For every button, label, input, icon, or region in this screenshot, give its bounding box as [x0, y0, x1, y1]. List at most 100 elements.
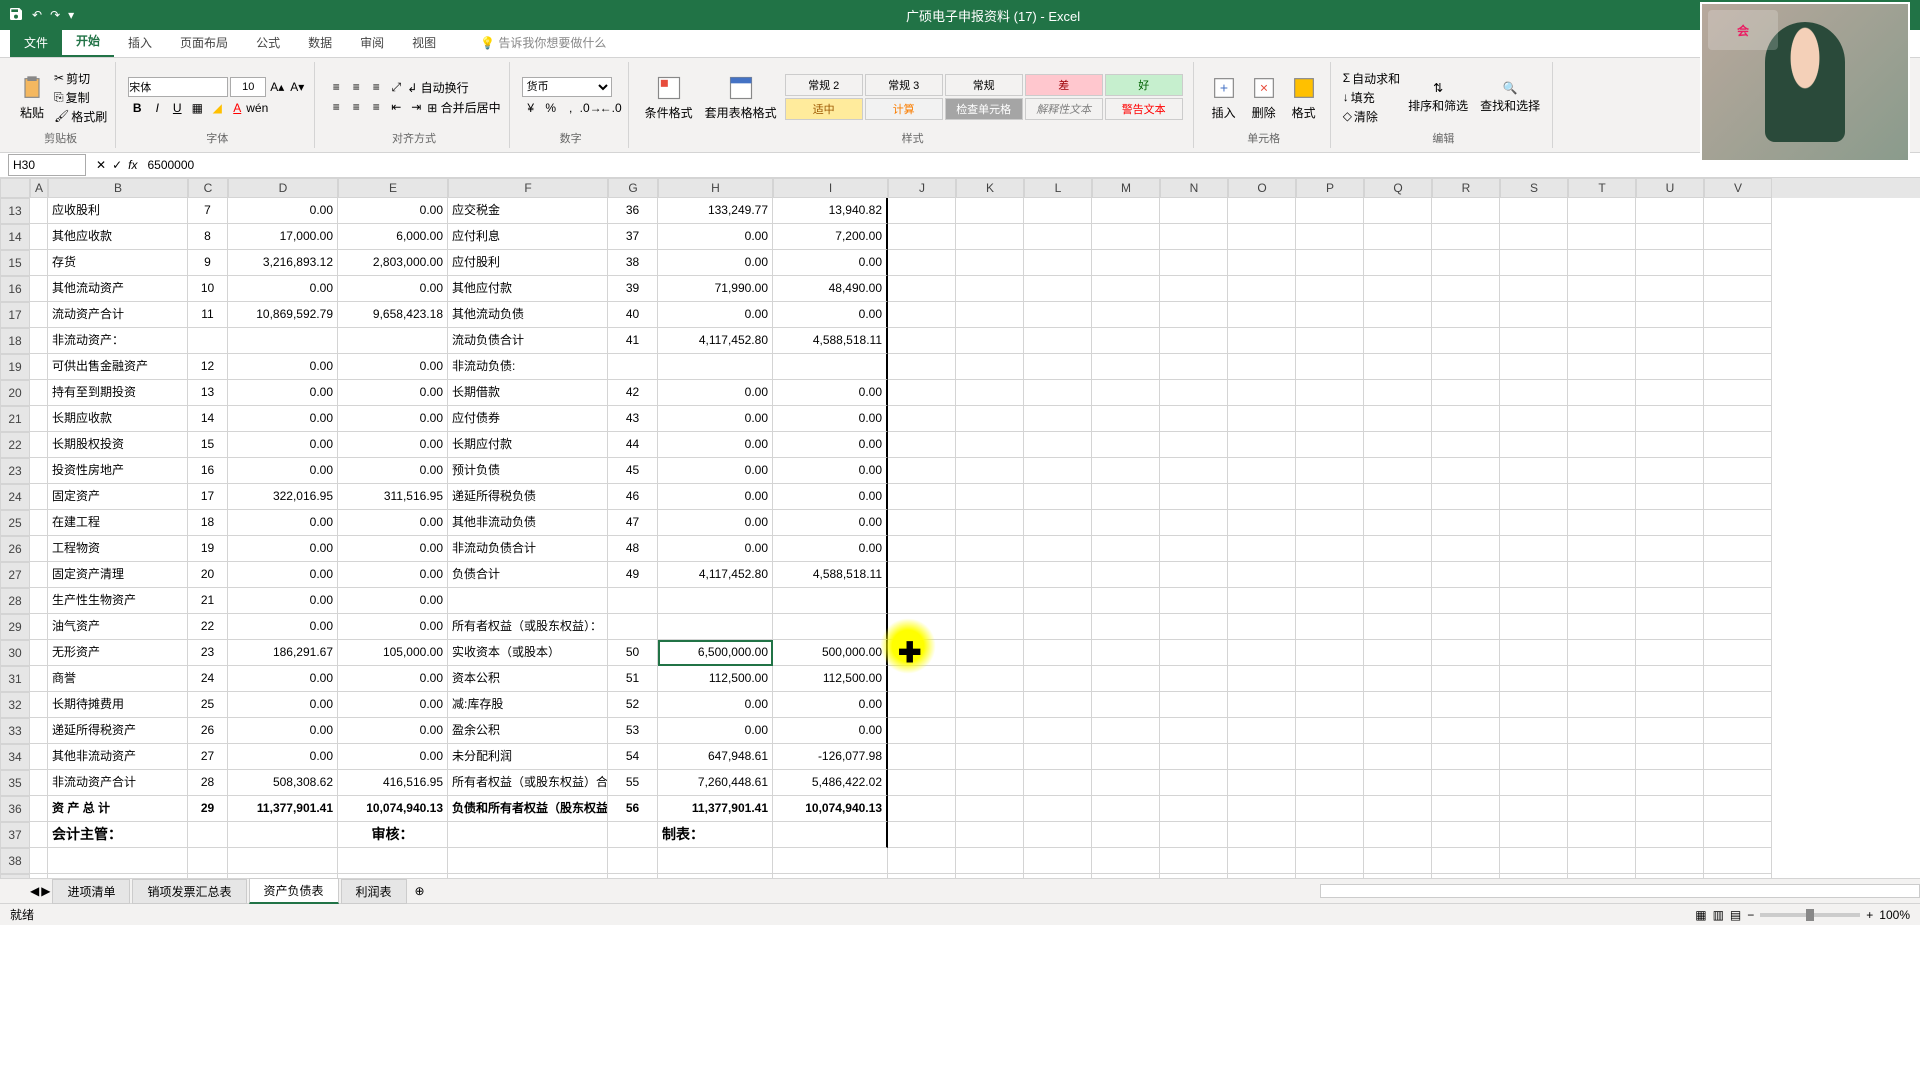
- cell[interactable]: [1228, 432, 1296, 458]
- cell[interactable]: [773, 848, 888, 874]
- cell[interactable]: 0.00: [338, 432, 448, 458]
- cell[interactable]: 38: [608, 250, 658, 276]
- cell[interactable]: [1500, 302, 1568, 328]
- cell[interactable]: 0.00: [228, 536, 338, 562]
- cell[interactable]: [30, 536, 48, 562]
- cell[interactable]: [30, 406, 48, 432]
- cell[interactable]: [1704, 302, 1772, 328]
- cell[interactable]: [1704, 692, 1772, 718]
- cell[interactable]: [1160, 744, 1228, 770]
- cell[interactable]: 18: [188, 510, 228, 536]
- cell[interactable]: [1160, 328, 1228, 354]
- cell[interactable]: [1296, 484, 1364, 510]
- cell[interactable]: [1364, 744, 1432, 770]
- footer-cell[interactable]: [608, 822, 658, 848]
- cell[interactable]: [228, 874, 338, 878]
- cell[interactable]: 10,869,592.79: [228, 302, 338, 328]
- sheet-tab-1[interactable]: 进项清单: [52, 879, 130, 904]
- cell[interactable]: [1160, 614, 1228, 640]
- cell[interactable]: -126,077.98: [773, 744, 888, 770]
- cell[interactable]: [888, 250, 956, 276]
- cell[interactable]: [1704, 354, 1772, 380]
- cell[interactable]: [1636, 796, 1704, 822]
- cell[interactable]: [888, 874, 956, 878]
- cell[interactable]: 递延所得税负债: [448, 484, 608, 510]
- cell[interactable]: [1296, 718, 1364, 744]
- cell[interactable]: 71,990.00: [658, 276, 773, 302]
- cell[interactable]: [1296, 276, 1364, 302]
- footer-cell[interactable]: 会计主管：: [48, 822, 188, 848]
- cell[interactable]: 未分配利润: [448, 744, 608, 770]
- sheet-nav-prev-icon[interactable]: ◀: [30, 884, 39, 898]
- cell[interactable]: [1432, 666, 1500, 692]
- cell[interactable]: [1296, 796, 1364, 822]
- cell[interactable]: 23: [188, 640, 228, 666]
- cell[interactable]: [1296, 250, 1364, 276]
- cell[interactable]: [1296, 770, 1364, 796]
- cell[interactable]: [1364, 848, 1432, 874]
- cell[interactable]: 无形资产: [48, 640, 188, 666]
- cell[interactable]: [1228, 458, 1296, 484]
- cell[interactable]: [1364, 484, 1432, 510]
- cell[interactable]: 45: [608, 458, 658, 484]
- sheet-tab-3[interactable]: 资产负债表: [249, 878, 339, 904]
- cell[interactable]: [1636, 302, 1704, 328]
- cell[interactable]: 186,291.67: [228, 640, 338, 666]
- cell[interactable]: [888, 692, 956, 718]
- cell[interactable]: 0.00: [338, 458, 448, 484]
- cell[interactable]: [956, 198, 1024, 224]
- cell[interactable]: [1432, 198, 1500, 224]
- cell[interactable]: 16: [188, 458, 228, 484]
- selected-cell[interactable]: 6,500,000.00: [658, 640, 773, 666]
- row-header-25[interactable]: 25: [0, 510, 30, 536]
- cell[interactable]: 负债合计: [448, 562, 608, 588]
- cell[interactable]: 5,486,422.02: [773, 770, 888, 796]
- cell[interactable]: [1296, 640, 1364, 666]
- cell[interactable]: [1568, 848, 1636, 874]
- cell[interactable]: [30, 718, 48, 744]
- cell[interactable]: 减:库存股: [448, 692, 608, 718]
- zoom-slider[interactable]: [1760, 913, 1860, 917]
- cell[interactable]: [1228, 224, 1296, 250]
- cell[interactable]: [30, 458, 48, 484]
- cell[interactable]: 500,000.00: [773, 640, 888, 666]
- font-name-select[interactable]: [128, 77, 228, 97]
- cell[interactable]: 50: [608, 640, 658, 666]
- cell[interactable]: [956, 874, 1024, 878]
- tab-formula[interactable]: 公式: [242, 28, 294, 57]
- zoom-level[interactable]: 100%: [1879, 908, 1910, 922]
- cell[interactable]: 6,000.00: [338, 224, 448, 250]
- row-header-38[interactable]: 38: [0, 848, 30, 874]
- cell[interactable]: 0.00: [658, 718, 773, 744]
- cell[interactable]: [1296, 406, 1364, 432]
- style-calc[interactable]: 计算: [865, 98, 943, 120]
- cell[interactable]: [1092, 796, 1160, 822]
- view-break-icon[interactable]: ▤: [1730, 908, 1741, 922]
- cell[interactable]: [1160, 796, 1228, 822]
- cell[interactable]: [1296, 692, 1364, 718]
- col-header-C[interactable]: C: [188, 178, 228, 198]
- footer-cell[interactable]: [888, 822, 956, 848]
- cell[interactable]: 40: [608, 302, 658, 328]
- cell[interactable]: [608, 874, 658, 878]
- cell[interactable]: 固定资产清理: [48, 562, 188, 588]
- cell[interactable]: [956, 276, 1024, 302]
- cell[interactable]: 0.00: [228, 432, 338, 458]
- row-header-30[interactable]: 30: [0, 640, 30, 666]
- cell[interactable]: [1636, 250, 1704, 276]
- sheet-tab-4[interactable]: 利润表: [341, 879, 407, 904]
- cell[interactable]: [30, 224, 48, 250]
- cell[interactable]: [30, 276, 48, 302]
- cell[interactable]: 其他应收款: [48, 224, 188, 250]
- new-sheet-icon[interactable]: ⊕: [415, 884, 425, 898]
- cell[interactable]: [1636, 406, 1704, 432]
- cell[interactable]: [956, 666, 1024, 692]
- cell[interactable]: [1364, 796, 1432, 822]
- row-header-20[interactable]: 20: [0, 380, 30, 406]
- cell[interactable]: [30, 432, 48, 458]
- footer-cell[interactable]: [1024, 822, 1092, 848]
- cell[interactable]: 非流动负债合计: [448, 536, 608, 562]
- cell[interactable]: 其他应付款: [448, 276, 608, 302]
- cell[interactable]: 负债和所有者权益（股东权益）总计: [448, 796, 608, 822]
- cell[interactable]: [1500, 380, 1568, 406]
